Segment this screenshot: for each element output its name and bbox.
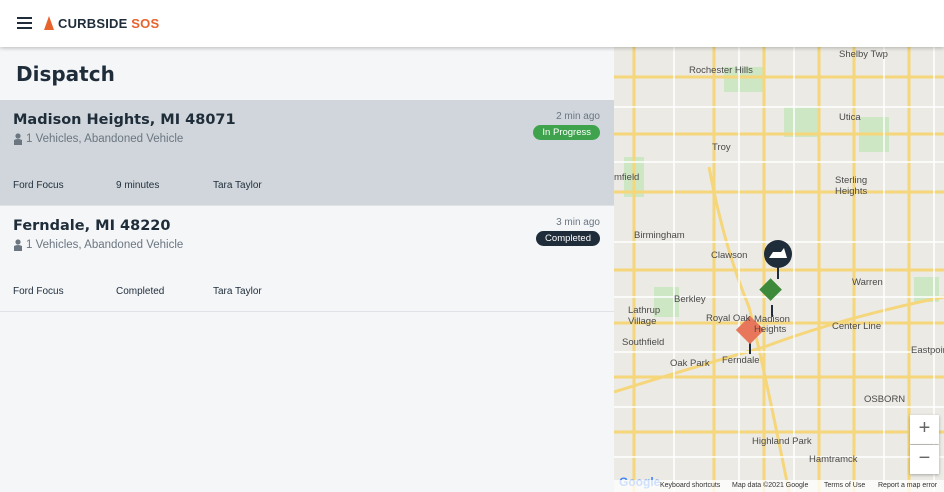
job-driver: Tara Taylor: [213, 180, 262, 191]
map-label: Eastpoint: [911, 345, 944, 356]
map-label: Troy: [712, 142, 731, 153]
map-label: Warren: [852, 277, 883, 288]
job-time: 2 min ago: [556, 111, 600, 122]
map-label: Hamtramck: [809, 454, 858, 465]
job-driver: Tara Taylor: [213, 286, 262, 297]
driver-icon: [14, 239, 22, 251]
page-title: Dispatch: [16, 62, 115, 86]
map-label: Berkley: [674, 294, 706, 305]
map-data-text: Map data ©2021 Google: [732, 482, 809, 489]
terms-link[interactable]: Terms of Use: [824, 482, 865, 489]
job-location: Ferndale, MI 48220: [13, 218, 171, 234]
map-label: Village: [628, 316, 657, 327]
driver-icon: [14, 133, 22, 145]
status-badge: Completed: [536, 231, 600, 246]
dispatch-panel: Dispatch Madison Heights, MI 48071 1 Veh…: [0, 47, 614, 492]
menu-icon[interactable]: [17, 17, 32, 29]
job-eta: Completed: [116, 286, 165, 297]
map-label: Lathrup: [628, 305, 661, 316]
zoom-in-button[interactable]: +: [910, 415, 939, 444]
job-vehicle: Ford Focus: [13, 286, 64, 297]
job-location: Madison Heights, MI 48071: [13, 112, 236, 128]
job-vehicle: Ford Focus: [13, 180, 64, 191]
logo[interactable]: CURBSIDE SOS: [44, 14, 159, 32]
map-label: Rochester Hills: [689, 65, 753, 76]
map-label: mfield: [614, 172, 640, 183]
report-error-link[interactable]: Report a map error: [878, 482, 937, 489]
map-label: Birmingham: [634, 230, 685, 241]
job-description-text: 1 Vehicles, Abandoned Vehicle: [26, 239, 184, 251]
job-card[interactable]: Ferndale, MI 48220 1 Vehicles, Abandoned…: [0, 206, 614, 312]
map-label: Clawson: [711, 250, 748, 261]
map-label: Heights: [835, 186, 868, 197]
map-label: Heights: [754, 324, 787, 335]
map-label: Highland Park: [752, 436, 812, 447]
job-description: 1 Vehicles, Abandoned Vehicle: [13, 239, 183, 251]
map-label: Shelby Twp: [839, 49, 888, 60]
map-label: Utica: [839, 112, 861, 123]
top-bar: CURBSIDE SOS: [0, 0, 944, 47]
traffic-cone-icon: [44, 16, 54, 30]
job-card[interactable]: Madison Heights, MI 48071 1 Vehicles, Ab…: [0, 100, 614, 206]
map[interactable]: Shelby Twp Rochester Hills Utica Troy St…: [614, 47, 944, 492]
map-label: OSBORN: [864, 394, 906, 405]
map-label: Sterling: [835, 175, 868, 186]
map-roads: [614, 47, 944, 492]
map-label: Ferndale: [722, 355, 760, 366]
tow-truck-marker[interactable]: [764, 240, 792, 279]
brand-name: CURBSIDE SOS: [58, 15, 160, 31]
zoom-out-button[interactable]: −: [910, 445, 939, 474]
job-time: 3 min ago: [556, 217, 600, 228]
job-description-text: 1 Vehicles, Abandoned Vehicle: [26, 133, 184, 145]
map-label: Royal Oak: [706, 313, 751, 324]
job-description: 1 Vehicles, Abandoned Vehicle: [13, 133, 183, 145]
map-label: Center Line: [832, 321, 882, 332]
map-label: Southfield: [622, 337, 665, 348]
status-badge: In Progress: [533, 125, 600, 140]
map-footer: Keyboard shortcuts Map data ©2021 Google…: [614, 480, 944, 492]
job-eta: 9 minutes: [116, 180, 160, 191]
keyboard-shortcuts-link[interactable]: Keyboard shortcuts: [660, 482, 720, 489]
map-label: Oak Park: [670, 358, 710, 369]
